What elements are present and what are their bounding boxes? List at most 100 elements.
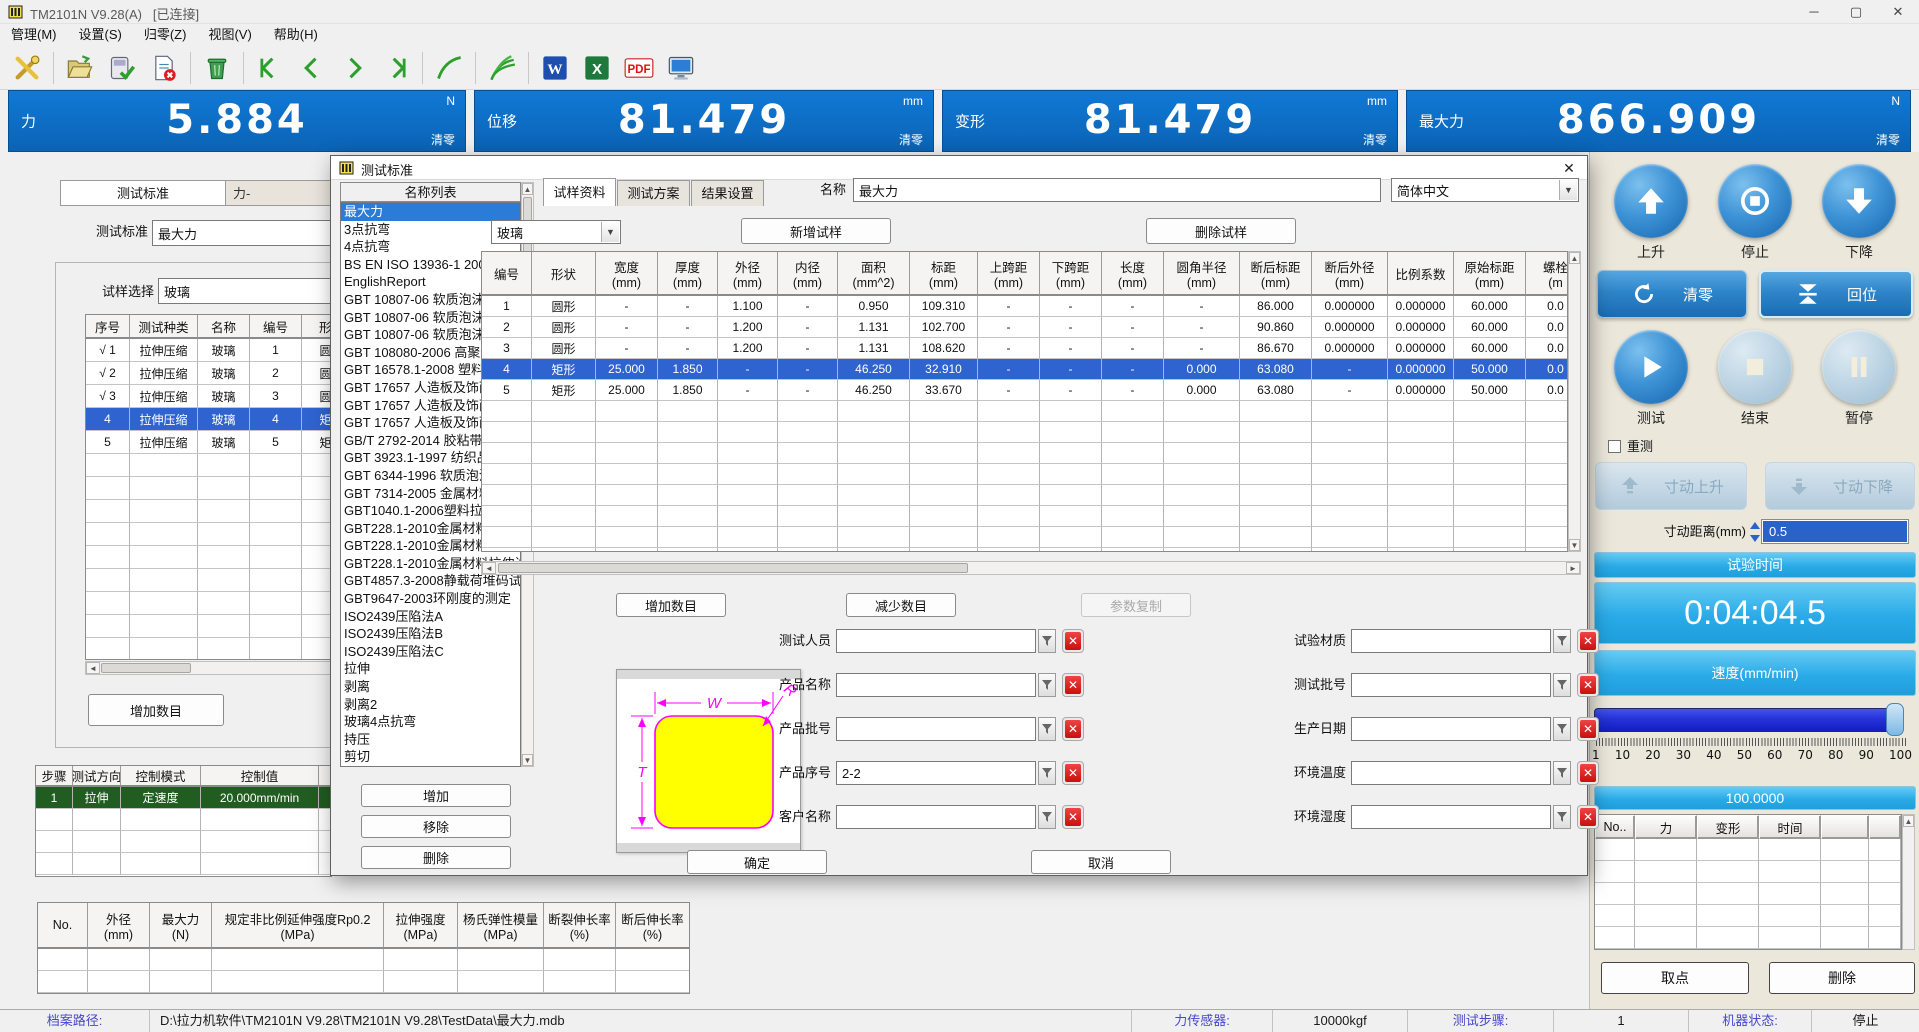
standard-list-item[interactable]: 玻璃4点抗弯 [341, 713, 520, 731]
crosshead-down-button[interactable] [1822, 164, 1896, 238]
table-row[interactable] [482, 527, 1567, 548]
form-field-input[interactable] [836, 717, 1036, 741]
menu-item-0[interactable]: 管理(M) [0, 24, 68, 46]
nav-prev-button[interactable] [293, 49, 331, 87]
table-row[interactable]: √ 1拉伸压缩玻璃1圆形 [86, 339, 331, 362]
column-header[interactable]: 力 [1635, 815, 1697, 839]
jog-distance-input[interactable]: 0.5 [1762, 520, 1908, 543]
table-row[interactable]: √ 3拉伸压缩玻璃3圆形 [86, 385, 331, 408]
sample-table-hscroll[interactable]: ◄ [85, 661, 332, 675]
standard-list-item[interactable]: 最大力 [341, 203, 520, 221]
field-dropdown-button[interactable] [1553, 805, 1571, 829]
standard-list-item[interactable]: ISO2439压陷法C [341, 643, 520, 661]
nav-first-button[interactable] [251, 49, 289, 87]
standard-list-item[interactable]: 剪切 [341, 748, 520, 766]
table-row[interactable] [86, 523, 331, 546]
pdf-button[interactable]: PDF [620, 49, 658, 87]
standard-input[interactable]: 最大力 [152, 220, 332, 246]
tab-specimen-data[interactable]: 试样资料 [543, 178, 616, 206]
table-row[interactable] [482, 506, 1567, 527]
curve-button[interactable] [430, 49, 468, 87]
standard-list-item[interactable]: ISO2439压陷法A [341, 608, 520, 626]
form-field-input[interactable] [836, 673, 1036, 697]
table-row[interactable] [36, 831, 331, 853]
maximize-button[interactable]: ▢ [1835, 0, 1877, 24]
table-row[interactable]: 1拉伸定速度20.000mm/min [36, 787, 331, 809]
column-header[interactable] [1869, 815, 1901, 839]
clear-field-button[interactable]: ✕ [1062, 805, 1084, 829]
table-row[interactable]: 2圆形--1.200-1.131102.700----90.8600.00000… [482, 317, 1567, 338]
jog-down-button[interactable]: 寸动下降 [1765, 462, 1915, 510]
speed-slider-track[interactable] [1594, 708, 1904, 732]
table-row[interactable] [482, 485, 1567, 506]
column-header[interactable]: No.. [1595, 815, 1635, 839]
add-count-button-left[interactable]: 增加数目 [88, 694, 224, 726]
table-row[interactable]: 5拉伸压缩玻璃5矩形 [86, 431, 331, 454]
table-row[interactable]: 5矩形25.0001.850--46.25033.670---0.00063.0… [482, 380, 1567, 401]
clear-field-button[interactable]: ✕ [1577, 717, 1599, 741]
report-delete-button[interactable] [145, 49, 183, 87]
field-dropdown-button[interactable] [1038, 673, 1056, 697]
standard-list-item[interactable]: GBT4857.3-2008静载荷堆码试验方 [341, 572, 520, 590]
ok-button[interactable]: 确定 [687, 850, 827, 874]
nav-last-button[interactable] [377, 49, 415, 87]
clear-field-button[interactable]: ✕ [1062, 761, 1084, 785]
table-row[interactable] [1595, 883, 1901, 905]
home-button[interactable]: 回位 [1759, 270, 1913, 318]
close-button[interactable]: ✕ [1877, 0, 1919, 24]
menu-item-1[interactable]: 设置(S) [68, 24, 133, 46]
tab-test-standard[interactable]: 测试标准 [61, 181, 226, 206]
test-pause-button[interactable] [1822, 330, 1896, 404]
form-field-input[interactable] [1351, 805, 1551, 829]
menu-item-2[interactable]: 归零(Z) [133, 24, 198, 46]
take-point-button[interactable]: 取点 [1601, 962, 1749, 994]
calibrate-check-button[interactable] [103, 49, 141, 87]
crosshead-stop-button[interactable] [1718, 164, 1792, 238]
list-delete-button[interactable]: 删除 [361, 846, 511, 869]
field-dropdown-button[interactable] [1038, 629, 1056, 653]
gauge-clear-button[interactable]: 清零 [1363, 131, 1387, 148]
form-field-input[interactable] [1351, 761, 1551, 785]
sample-select-input[interactable]: 玻璃 [158, 278, 332, 304]
test-end-button[interactable] [1718, 330, 1792, 404]
standard-list-item[interactable]: 拉伸 [341, 660, 520, 678]
delete-point-button[interactable]: 删除 [1769, 962, 1915, 994]
increase-count-button[interactable]: 增加数目 [616, 593, 726, 617]
nav-next-button[interactable] [335, 49, 373, 87]
gauge-clear-button[interactable]: 清零 [899, 131, 923, 148]
point-grid-vscroll[interactable]: ▲ [1902, 814, 1915, 950]
standard-list-item[interactable]: 持压 [341, 731, 520, 749]
field-dropdown-button[interactable] [1553, 629, 1571, 653]
menu-item-3[interactable]: 视图(V) [197, 24, 262, 46]
delete-specimen-button[interactable]: 删除试样 [1146, 218, 1296, 244]
form-field-input[interactable] [836, 629, 1036, 653]
table-row[interactable]: 4拉伸压缩玻璃4矩形 [86, 408, 331, 431]
decrease-count-button[interactable]: 减少数目 [846, 593, 956, 617]
table-row[interactable] [482, 422, 1567, 443]
column-header[interactable]: 时间 [1759, 815, 1821, 839]
clear-field-button[interactable]: ✕ [1577, 629, 1599, 653]
name-input[interactable]: 最大力 [853, 178, 1381, 202]
table-row[interactable] [482, 443, 1567, 464]
add-specimen-button[interactable]: 新增试样 [741, 218, 891, 244]
list-remove-button[interactable]: 移除 [361, 815, 511, 838]
clear-field-button[interactable]: ✕ [1577, 805, 1599, 829]
table-row[interactable]: 4矩形25.0001.850--46.25032.910---0.00063.0… [482, 359, 1567, 380]
open-folder-button[interactable] [61, 49, 99, 87]
field-dropdown-button[interactable] [1038, 805, 1056, 829]
table-row[interactable]: √ 2拉伸压缩玻璃2圆形 [86, 362, 331, 385]
speed-slider-thumb[interactable] [1886, 703, 1904, 736]
table-row[interactable] [86, 454, 331, 477]
table-row[interactable] [86, 477, 331, 500]
crosshead-up-button[interactable] [1614, 164, 1688, 238]
material-select[interactable]: 玻璃 ▼ [491, 220, 621, 244]
gauge-clear-button[interactable]: 清零 [431, 131, 455, 148]
table-row[interactable] [482, 548, 1567, 552]
table-row[interactable] [86, 592, 331, 615]
form-field-input[interactable]: 2-2 [836, 761, 1036, 785]
clear-field-button[interactable]: ✕ [1577, 761, 1599, 785]
table-row[interactable] [36, 853, 331, 875]
clear-field-button[interactable]: ✕ [1062, 717, 1084, 741]
table-row[interactable] [482, 401, 1567, 422]
tab-result-settings[interactable]: 结果设置 [691, 180, 764, 206]
